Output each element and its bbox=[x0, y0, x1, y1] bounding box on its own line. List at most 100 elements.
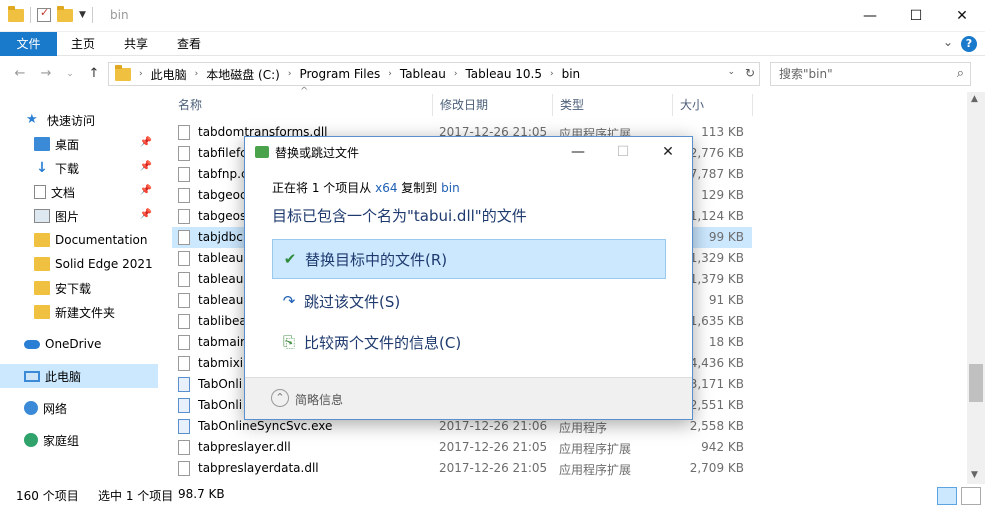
sidebar-item-homegroup[interactable]: 家庭组 bbox=[0, 428, 158, 452]
file-size: 129 KB bbox=[701, 188, 744, 202]
divider bbox=[91, 7, 93, 23]
folder-icon bbox=[115, 64, 131, 81]
pin-icon[interactable]: 📌 bbox=[140, 209, 152, 220]
chevron-right-icon[interactable]: › bbox=[388, 69, 392, 79]
skip-arrow-icon: ↷ bbox=[282, 292, 296, 310]
sidebar-item-network[interactable]: 网络 bbox=[0, 396, 158, 420]
new-folder-icon[interactable] bbox=[57, 5, 73, 22]
table-row[interactable]: tabpreslayer.dll 2017-12-26 21:05 应用程序扩展 94… bbox=[172, 437, 752, 458]
sidebar-item-new-folder[interactable]: 新建文件夹 bbox=[0, 300, 158, 324]
sidebar-item-quick-access[interactable]: ★ 快速访问 bbox=[0, 108, 158, 132]
chevron-down-icon[interactable]: ⌄ bbox=[943, 35, 953, 49]
cloud-icon bbox=[24, 339, 40, 349]
replace-option[interactable]: ✔ 替换目标中的文件(R) bbox=[272, 239, 666, 279]
column-header-type[interactable]: 类型 bbox=[542, 92, 662, 118]
breadcrumb[interactable]: bin bbox=[562, 67, 581, 81]
sidebar-item-onedrive[interactable]: OneDrive bbox=[0, 332, 158, 356]
column-header-date[interactable]: 修改日期 bbox=[422, 92, 542, 118]
chevron-right-icon[interactable]: › bbox=[550, 69, 554, 79]
minimize-button[interactable]: — bbox=[847, 0, 893, 32]
file-name: tabpreslayer.dll bbox=[198, 440, 291, 454]
sidebar-item-solid-edge[interactable]: Solid Edge 2021 bbox=[0, 252, 158, 276]
skip-option[interactable]: ↷ 跳过该文件(S) bbox=[272, 281, 666, 321]
fewer-details-link[interactable]: 简略信息 bbox=[295, 391, 343, 408]
file-name: tabgeos bbox=[198, 209, 247, 223]
minimize-button[interactable]: — bbox=[563, 141, 593, 163]
sidebar-item-documents[interactable]: 文档 📌 bbox=[0, 180, 158, 204]
chevron-right-icon[interactable]: › bbox=[139, 69, 143, 79]
sidebar-item-anxiazai[interactable]: 安下载 bbox=[0, 276, 158, 300]
table-row[interactable]: tabpreslayerdata.dll 2017-12-26 21:05 应用程序… bbox=[172, 458, 752, 479]
sidebar-item-downloads[interactable]: ↓ 下载 📌 bbox=[0, 156, 158, 180]
properties-icon[interactable] bbox=[37, 6, 51, 22]
breadcrumb[interactable]: 此电脑 bbox=[151, 66, 187, 83]
file-size: 1,635 KB bbox=[689, 314, 744, 328]
divider bbox=[30, 7, 31, 23]
maximize-button[interactable]: ☐ bbox=[893, 0, 939, 32]
title-bar: ▼ bin — ☐ ✕ bbox=[0, 0, 985, 32]
file-date: 2017-12-26 21:05 bbox=[439, 440, 548, 454]
breadcrumb[interactable]: Tableau bbox=[400, 67, 446, 81]
scroll-down-icon[interactable]: ▼ bbox=[971, 470, 978, 480]
help-icon[interactable]: ? bbox=[961, 36, 977, 52]
file-type: 应用程序扩展 bbox=[559, 442, 632, 456]
chevron-right-icon[interactable]: › bbox=[195, 69, 199, 79]
address-bar[interactable]: › 此电脑 › 本地磁盘 (C:) › Program Files › Tabl… bbox=[108, 62, 760, 86]
up-arrow-icon[interactable]: ↑ bbox=[84, 64, 104, 84]
customize-dropdown-icon[interactable]: ▼ bbox=[79, 10, 86, 20]
details-view-icon[interactable] bbox=[937, 487, 957, 505]
large-icons-view-icon[interactable] bbox=[961, 487, 981, 505]
forward-arrow-icon[interactable]: → bbox=[36, 64, 56, 84]
desktop-icon bbox=[34, 137, 50, 151]
tab-file[interactable]: 文件 bbox=[0, 32, 57, 56]
breadcrumb[interactable]: 本地磁盘 (C:) bbox=[206, 66, 280, 83]
tab-view[interactable]: 查看 bbox=[169, 32, 209, 56]
destination-folder-link[interactable]: bin bbox=[441, 181, 460, 195]
file-name: tabpreslayerdata.dll bbox=[198, 461, 319, 475]
dialog-title-bar: 替换或跳过文件 — ☐ ✕ bbox=[245, 137, 692, 167]
compare-files-icon: ⎘ bbox=[282, 333, 295, 351]
pin-icon[interactable]: 📌 bbox=[140, 137, 152, 148]
search-icon[interactable]: ⌕ bbox=[957, 63, 964, 85]
file-date: 2017-12-26 21:06 bbox=[439, 419, 548, 433]
file-icon bbox=[178, 125, 190, 140]
pin-icon[interactable]: 📌 bbox=[140, 161, 152, 172]
chevron-down-icon[interactable]: ⌄ bbox=[727, 67, 735, 77]
pin-icon[interactable]: 📌 bbox=[140, 185, 152, 196]
sidebar-item-pictures[interactable]: 图片 📌 bbox=[0, 204, 158, 228]
chevron-right-icon[interactable]: › bbox=[454, 69, 458, 79]
search-input[interactable]: 搜索"bin" ⌕ bbox=[770, 62, 971, 86]
sidebar-item-desktop[interactable]: 桌面 📌 bbox=[0, 132, 158, 156]
source-folder-link[interactable]: x64 bbox=[375, 181, 397, 195]
column-header-name[interactable]: 名称 bbox=[160, 92, 422, 118]
chevron-right-icon[interactable]: › bbox=[288, 69, 292, 79]
column-header-size[interactable]: 大小 bbox=[662, 92, 752, 118]
back-arrow-icon[interactable]: ← bbox=[10, 64, 30, 84]
tab-home[interactable]: 主页 bbox=[63, 32, 103, 56]
chevron-up-icon[interactable]: ⌃ bbox=[271, 389, 289, 407]
file-name: TabOnlineSyncSvc.exe bbox=[198, 419, 333, 433]
sidebar-item-label: OneDrive bbox=[45, 337, 102, 351]
file-size: 1,329 KB bbox=[689, 251, 744, 265]
file-icon bbox=[178, 272, 190, 287]
breadcrumb[interactable]: Program Files bbox=[299, 67, 380, 81]
breadcrumb[interactable]: Tableau 10.5 bbox=[465, 67, 542, 81]
sidebar-item-documentation[interactable]: Documentation bbox=[0, 228, 158, 252]
window-title: bin bbox=[110, 8, 129, 22]
close-button[interactable]: ✕ bbox=[939, 0, 985, 32]
file-name: tabmixir bbox=[198, 356, 249, 370]
file-size: 1,124 KB bbox=[689, 209, 744, 223]
recent-dropdown-icon[interactable]: ⌄ bbox=[60, 64, 80, 84]
status-bar: 160 个项目 选中 1 个项目 98.7 KB bbox=[0, 484, 985, 506]
close-button[interactable]: ✕ bbox=[653, 141, 683, 163]
refresh-icon[interactable]: ↻ bbox=[745, 66, 755, 80]
sidebar-item-label: 文档 bbox=[51, 185, 76, 200]
tab-share[interactable]: 共享 bbox=[116, 32, 156, 56]
file-icon bbox=[178, 230, 190, 245]
compare-option[interactable]: ⎘ 比较两个文件的信息(C) bbox=[272, 322, 666, 362]
sidebar-item-this-pc[interactable]: 此电脑 bbox=[0, 364, 158, 388]
vertical-scrollbar[interactable]: ▲ ▼ bbox=[967, 92, 985, 484]
scrollbar-thumb[interactable] bbox=[969, 364, 983, 402]
scroll-up-icon[interactable]: ▲ bbox=[971, 94, 978, 104]
file-size: 3,171 KB bbox=[689, 377, 744, 391]
